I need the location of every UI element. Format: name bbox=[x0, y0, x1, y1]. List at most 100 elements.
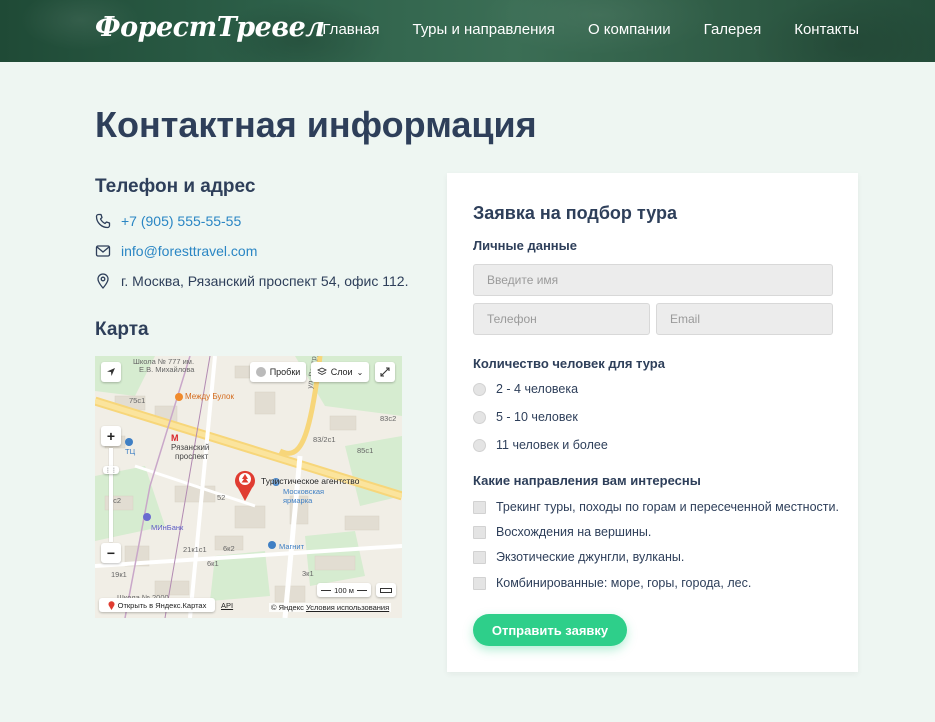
phone-row: +7 (905) 555-55-55 bbox=[95, 213, 241, 229]
map-label: Московская bbox=[283, 487, 325, 496]
email-row: info@foresttravel.com bbox=[95, 243, 257, 259]
map-label: 83с2 bbox=[380, 414, 397, 423]
map-label: МИнБанк bbox=[151, 523, 184, 532]
tour-request-form: Заявка на подбор тура Личные данные Коли… bbox=[447, 173, 858, 672]
site-header: ФорестТревел Главная Туры и направления … bbox=[0, 0, 935, 62]
phone-icon bbox=[95, 213, 111, 229]
radio-button[interactable] bbox=[473, 438, 486, 452]
checkbox[interactable] bbox=[473, 525, 486, 539]
map-copyright: © Яндекс Условия использования bbox=[269, 603, 392, 612]
map-label: Рязанский bbox=[171, 443, 210, 452]
phone-input[interactable] bbox=[473, 303, 650, 335]
ruler-icon bbox=[380, 587, 392, 593]
chevron-down-icon: ⌄ bbox=[356, 367, 364, 377]
direction-option[interactable]: Восхождения на вершины. bbox=[473, 525, 651, 539]
email-input[interactable] bbox=[656, 303, 833, 335]
radio-button[interactable] bbox=[473, 410, 486, 424]
map-widget[interactable]: Школа № 777 им. Е.В. Михайлова Между Бул… bbox=[95, 356, 402, 618]
people-option-label: 11 человек и более bbox=[496, 438, 608, 452]
yandex-pin-icon bbox=[108, 600, 115, 610]
navigation-arrow-icon bbox=[107, 368, 115, 376]
direction-option-label: Трекинг туры, походы по горам и пересече… bbox=[496, 500, 839, 514]
layers-icon bbox=[316, 367, 327, 376]
checkbox[interactable] bbox=[473, 576, 486, 590]
agency-pin-icon[interactable] bbox=[233, 468, 257, 502]
radio-button[interactable] bbox=[473, 382, 486, 396]
directions-heading: Какие направления вам интересны bbox=[473, 473, 701, 488]
metro-icon[interactable]: M bbox=[171, 433, 179, 443]
map-label: 6к1 bbox=[207, 559, 219, 568]
open-in-yandex-label: Открыть в Яндекс.Картах bbox=[117, 600, 207, 610]
zoom-in-button[interactable]: + bbox=[101, 426, 121, 446]
form-title: Заявка на подбор тура bbox=[473, 203, 677, 223]
nav-home[interactable]: Главная bbox=[322, 21, 379, 38]
map-label: 21к1с1 bbox=[183, 545, 207, 554]
direction-option[interactable]: Комбинированные: море, горы, города, лес… bbox=[473, 576, 751, 590]
mail-icon bbox=[95, 245, 111, 257]
map-label: 85с1 bbox=[357, 446, 374, 455]
shop-marker-icon[interactable] bbox=[268, 541, 276, 549]
map-label: 75с1 bbox=[129, 396, 146, 405]
people-option[interactable]: 5 - 10 человек bbox=[473, 410, 578, 424]
direction-option-label: Восхождения на вершины. bbox=[496, 525, 652, 539]
terms-link[interactable]: Условия использования bbox=[306, 603, 389, 612]
layers-button[interactable]: Слои ⌄ bbox=[311, 362, 369, 382]
nav-contacts[interactable]: Контакты bbox=[794, 21, 859, 38]
copyright-text: © Яндекс bbox=[271, 603, 304, 612]
map-label: проспект bbox=[175, 452, 209, 461]
scale-line-icon bbox=[321, 589, 332, 591]
page-title: Контактная информация bbox=[95, 104, 537, 145]
direction-option-label: Комбинированные: море, горы, города, лес… bbox=[496, 576, 752, 590]
direction-option[interactable]: Трекинг туры, походы по горам и пересече… bbox=[473, 500, 839, 514]
map-label: Е.В. Михайлова bbox=[139, 365, 195, 374]
nav-tours[interactable]: Туры и направления bbox=[413, 21, 555, 38]
people-option[interactable]: 2 - 4 человека bbox=[473, 382, 578, 396]
zoom-slider-handle[interactable]: ⋮⋮ bbox=[103, 466, 119, 474]
people-option-label: 2 - 4 человека bbox=[496, 382, 579, 396]
map-label: 52 bbox=[217, 493, 226, 502]
traffic-button[interactable]: Пробки bbox=[250, 362, 306, 382]
map-label: Магнит bbox=[279, 542, 305, 551]
map-label: 83/2с1 bbox=[313, 435, 336, 444]
address-row: г. Москва, Рязанский проспект 54, офис 1… bbox=[95, 273, 408, 289]
checkbox[interactable] bbox=[473, 550, 486, 564]
map-label: Между Булок bbox=[185, 392, 234, 401]
map-label: 6к2 bbox=[223, 544, 235, 553]
site-logo[interactable]: ФорестТревел bbox=[95, 12, 325, 43]
direction-option[interactable]: Экзотические джунгли, вулканы. bbox=[473, 550, 684, 564]
phone-address-heading: Телефон и адрес bbox=[95, 176, 256, 197]
main-nav: Главная Туры и направления О компании Га… bbox=[322, 21, 859, 38]
mall-marker-icon[interactable] bbox=[125, 438, 133, 446]
nav-about[interactable]: О компании bbox=[588, 21, 671, 38]
map-api-link[interactable]: API bbox=[221, 601, 233, 610]
map-label: 3к1 bbox=[302, 569, 314, 578]
location-pin-icon bbox=[97, 273, 109, 289]
geolocation-button[interactable] bbox=[101, 362, 121, 382]
name-input[interactable] bbox=[473, 264, 833, 296]
map-label: 19к1 bbox=[111, 570, 127, 579]
phone-link[interactable]: +7 (905) 555-55-55 bbox=[121, 213, 241, 229]
zoom-out-button[interactable]: − bbox=[101, 543, 121, 563]
scale-line-icon bbox=[356, 589, 367, 591]
email-link[interactable]: info@foresttravel.com bbox=[121, 243, 257, 259]
zoom-slider-track[interactable] bbox=[109, 448, 113, 542]
map-heading: Карта bbox=[95, 319, 149, 340]
map-label: ярмарка bbox=[283, 496, 313, 505]
open-in-yandex-button[interactable]: Открыть в Яндекс.Картах bbox=[99, 598, 215, 612]
ruler-button[interactable] bbox=[376, 583, 396, 597]
fullscreen-button[interactable] bbox=[375, 362, 395, 382]
cafe-marker-icon[interactable] bbox=[175, 393, 183, 401]
expand-icon bbox=[380, 367, 390, 377]
layers-label: Слои bbox=[330, 367, 353, 377]
personal-data-heading: Личные данные bbox=[473, 238, 577, 253]
people-option-label: 5 - 10 человек bbox=[496, 410, 578, 424]
agency-pin-label: Туристическое агентство bbox=[261, 476, 360, 486]
scale-bar: 100 м bbox=[317, 583, 371, 597]
scale-value: 100 м bbox=[334, 585, 354, 595]
people-option[interactable]: 11 человек и более bbox=[473, 438, 608, 452]
submit-request-button[interactable]: Отправить заявку bbox=[473, 614, 627, 646]
nav-gallery[interactable]: Галерея bbox=[704, 21, 762, 38]
bank-marker-icon[interactable] bbox=[143, 513, 151, 521]
direction-option-label: Экзотические джунгли, вулканы. bbox=[496, 550, 685, 564]
checkbox[interactable] bbox=[473, 500, 486, 514]
